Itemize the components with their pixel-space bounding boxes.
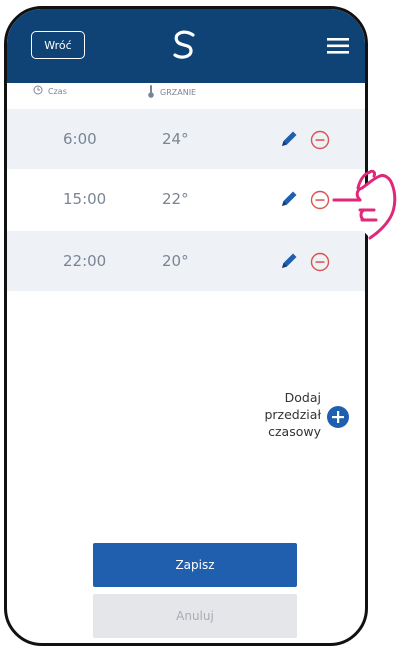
plus-circle-icon[interactable] [327,406,349,428]
schedule-row: 6:00 24° [7,109,365,169]
pencil-icon[interactable] [279,129,299,153]
row-temp: 24° [162,130,189,148]
row-time: 6:00 [63,130,97,148]
pointing-hand-icon [320,158,400,246]
pencil-icon[interactable] [279,189,299,213]
phone-frame: Wróć Czas GRZANIE 6:00 24° 15:00 22° 22:… [4,6,368,646]
schedule-row: 15:00 22° [7,169,365,229]
back-button[interactable]: Wróć [31,31,85,59]
menu-icon[interactable] [327,38,349,58]
row-temp: 20° [162,252,189,270]
add-interval-label[interactable]: Dodaj przedział czasowy [264,389,321,440]
row-time: 15:00 [63,190,107,208]
row-time: 22:00 [63,252,107,270]
pencil-icon[interactable] [279,251,299,275]
minus-circle-icon[interactable] [310,252,330,276]
add-interval-line1: Dodaj [284,390,321,405]
temp-column-header: GRZANIE [147,85,196,100]
app-header: Wróć [7,9,365,83]
schedule-row: 22:00 20° [7,231,365,291]
thermometer-icon [147,85,155,100]
add-interval-line2: przedział [264,407,321,422]
row-temp: 22° [162,190,189,208]
logo-icon [165,27,205,67]
time-column-header: Czas [33,85,67,97]
temp-column-label: GRZANIE [160,88,197,97]
minus-circle-icon[interactable] [310,130,330,154]
add-interval-control[interactable]: Dodaj przedział czasowy [215,389,355,459]
save-button[interactable]: Zapisz [93,543,297,587]
time-column-label: Czas [48,86,67,96]
cancel-button[interactable]: Anuluj [93,594,297,638]
clock-icon [33,85,43,97]
add-interval-line3: czasowy [268,424,321,439]
